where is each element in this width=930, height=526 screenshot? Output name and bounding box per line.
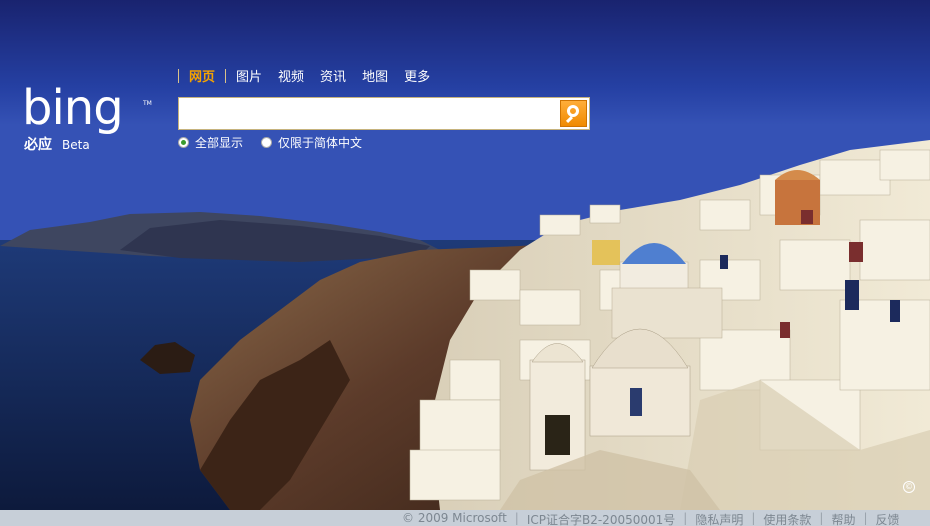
search-box (178, 97, 590, 130)
footer-links: © 2009 Microsoft | ICP证合字B2-20050001号 | … (402, 511, 908, 526)
nav-tab-more[interactable]: 更多 (404, 66, 430, 85)
footer-separator: | (683, 511, 688, 525)
santorini-landscape (0, 0, 930, 510)
nav-tab-web[interactable]: 网页 (189, 66, 215, 85)
radio-label: 全部显示 (195, 136, 244, 150)
footer: © 2009 Microsoft | ICP证合字B2-20050001号 | … (0, 510, 930, 526)
search-input[interactable] (185, 102, 555, 126)
logo-beta-label: Beta (62, 138, 90, 152)
footer-separator: | (819, 511, 824, 525)
footer-icp-link[interactable]: ICP证合字B2-20050001号 (527, 511, 675, 526)
search-icon-handle (565, 115, 574, 124)
search-icon (567, 105, 579, 117)
logo-chinese-name: 必应 (24, 137, 52, 153)
photo-info-icon[interactable]: © (903, 481, 915, 493)
logo-wordmark: bing (22, 80, 124, 136)
background-photo (0, 0, 930, 510)
footer-separator: | (863, 511, 868, 525)
footer-separator: | (751, 511, 756, 525)
footer-terms-link[interactable]: 使用条款 (763, 511, 811, 526)
footer-help-link[interactable]: 帮助 (831, 511, 855, 526)
search-button[interactable] (560, 100, 587, 127)
nav-separator (225, 68, 227, 83)
language-filter: 全部显示 仅限于简体中文 (178, 134, 380, 151)
nav-tab-maps[interactable]: 地图 (362, 66, 388, 85)
nav-separator (178, 68, 179, 83)
bing-logo: bing TM 必应 Beta (22, 80, 152, 154)
radio-simplified-chinese-only[interactable]: 仅限于简体中文 (261, 134, 362, 151)
radio-button-checked[interactable] (178, 137, 189, 148)
footer-privacy-link[interactable]: 隐私声明 (695, 511, 743, 526)
footer-feedback-link[interactable]: 反馈 (876, 511, 900, 526)
radio-label: 仅限于简体中文 (278, 136, 363, 150)
nav-tab-images[interactable]: 图片 (236, 66, 262, 85)
radio-button-unchecked[interactable] (261, 137, 273, 148)
top-navigation: 网页 图片 视频 资讯 地图 更多 (178, 66, 446, 85)
footer-copyright: © 2009 Microsoft (402, 511, 507, 525)
nav-tab-news[interactable]: 资讯 (320, 66, 346, 85)
nav-tab-videos[interactable]: 视频 (278, 66, 304, 85)
radio-show-all[interactable]: 全部显示 (178, 134, 243, 151)
logo-trademark: TM (143, 100, 152, 107)
footer-separator: | (514, 511, 519, 525)
